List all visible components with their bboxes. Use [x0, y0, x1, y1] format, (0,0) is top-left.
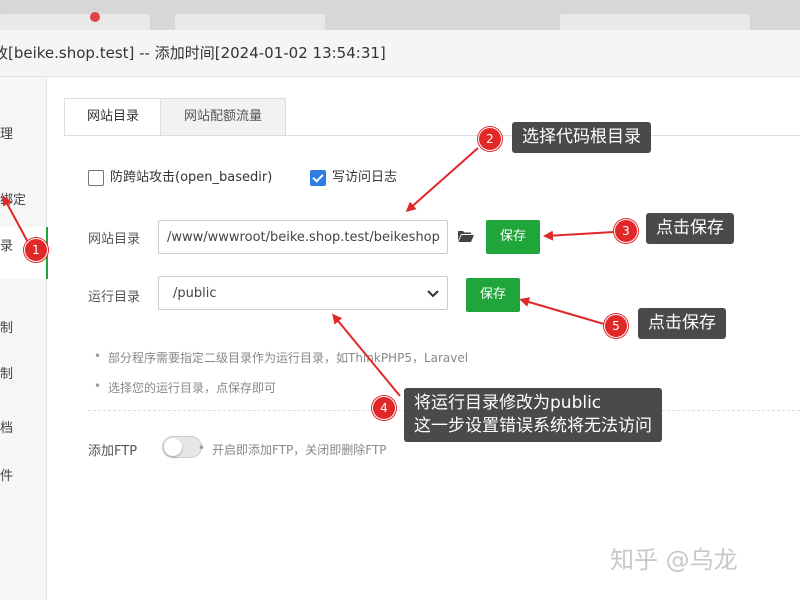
tab-label: 网站配额流量 [183, 109, 262, 124]
tip-secondary-directory: 部分程序需要指定二级目录作为运行目录，如ThinkPHP5，Laravel [94, 349, 468, 366]
run-dir-select[interactable]: /public [158, 276, 448, 310]
sidebar-item-config-file[interactable]: 件 [0, 465, 46, 489]
browser-tab[interactable] [560, 14, 750, 30]
sidebar-item-label: 绑定 [0, 193, 27, 208]
callout-step-4: 将运行目录修改为public 这一步设置错误系统将无法访问 [404, 388, 662, 442]
sidebar-item-label: 档 [0, 421, 14, 436]
step-badge-5: 5 [604, 314, 628, 338]
access-log-checkbox[interactable] [310, 170, 326, 186]
title-prefix: 改 [0, 44, 8, 62]
site-dir-label: 网站目录 [88, 232, 141, 247]
access-log-label: 写访问日志 [332, 170, 398, 185]
run-dir-label: 运行目录 [88, 290, 141, 305]
watermark: 知乎 @乌龙 [610, 546, 738, 574]
dialog-title: 改[beike.shop.test] -- 添加时间[2024-01-02 13… [0, 30, 800, 77]
close-tab-icon[interactable] [90, 12, 100, 22]
save-site-dir-button[interactable]: 保存 [486, 220, 540, 254]
sidebar-item-label: 制 [0, 367, 14, 382]
tab-divider [64, 135, 800, 136]
sidebar-item-manage[interactable]: 理 [0, 123, 46, 147]
settings-sidebar: 理 绑定 录 制 制 档 件 [0, 77, 48, 600]
callout-step-3: 点击保存 [646, 213, 734, 244]
tip-select-run-directory: 选择您的运行目录，点保存即可 [94, 379, 276, 396]
sidebar-item-label: 制 [0, 321, 14, 336]
anti-cross-checkbox[interactable] [88, 170, 104, 186]
browser-tab-strip [0, 0, 800, 30]
sidebar-item-label: 理 [0, 127, 14, 142]
callout-step-5: 点击保存 [638, 308, 726, 339]
sidebar-item-label: 件 [0, 469, 14, 484]
sidebar-item-limit[interactable]: 制 [0, 317, 46, 341]
toggle-knob [164, 438, 182, 456]
save-run-dir-button[interactable]: 保存 [466, 278, 520, 312]
sidebar-item-rewrite[interactable]: 制 [0, 363, 46, 387]
step-badge-1: 1 [24, 238, 48, 262]
tab-label: 网站目录 [86, 109, 139, 124]
chevron-down-icon [427, 277, 439, 309]
anti-cross-label: 防跨站攻击(open_basedir) [110, 170, 273, 185]
callout-step-4-line2: 这一步设置错误系统将无法访问 [414, 415, 652, 436]
ftp-hint: 开启即添加FTP，关闭即删除FTP [198, 441, 386, 458]
callout-step-4-line1: 将运行目录修改为public [414, 393, 602, 413]
sidebar-item-domain-binding[interactable]: 绑定 [0, 189, 46, 213]
title-text: [beike.shop.test] -- 添加时间[2024-01-02 13:… [8, 44, 386, 62]
run-dir-selected-value: /public [173, 286, 217, 301]
ftp-label: 添加FTP [88, 444, 138, 459]
callout-step-2: 选择代码根目录 [512, 122, 651, 153]
step-badge-3: 3 [614, 219, 638, 243]
step-badge-2: 2 [478, 127, 502, 151]
tab-site-quota[interactable]: 网站配额流量 [160, 98, 286, 136]
browser-tab[interactable] [175, 14, 325, 30]
site-dir-input[interactable]: /www/wwwroot/beike.shop.test/beikeshop [158, 220, 448, 254]
folder-open-icon[interactable] [458, 230, 474, 242]
step-badge-4: 4 [372, 396, 396, 420]
browser-tab[interactable] [0, 14, 150, 30]
ftp-toggle[interactable] [162, 436, 202, 458]
sidebar-item-default-doc[interactable]: 档 [0, 417, 46, 441]
tab-site-directory[interactable]: 网站目录 [64, 98, 162, 136]
